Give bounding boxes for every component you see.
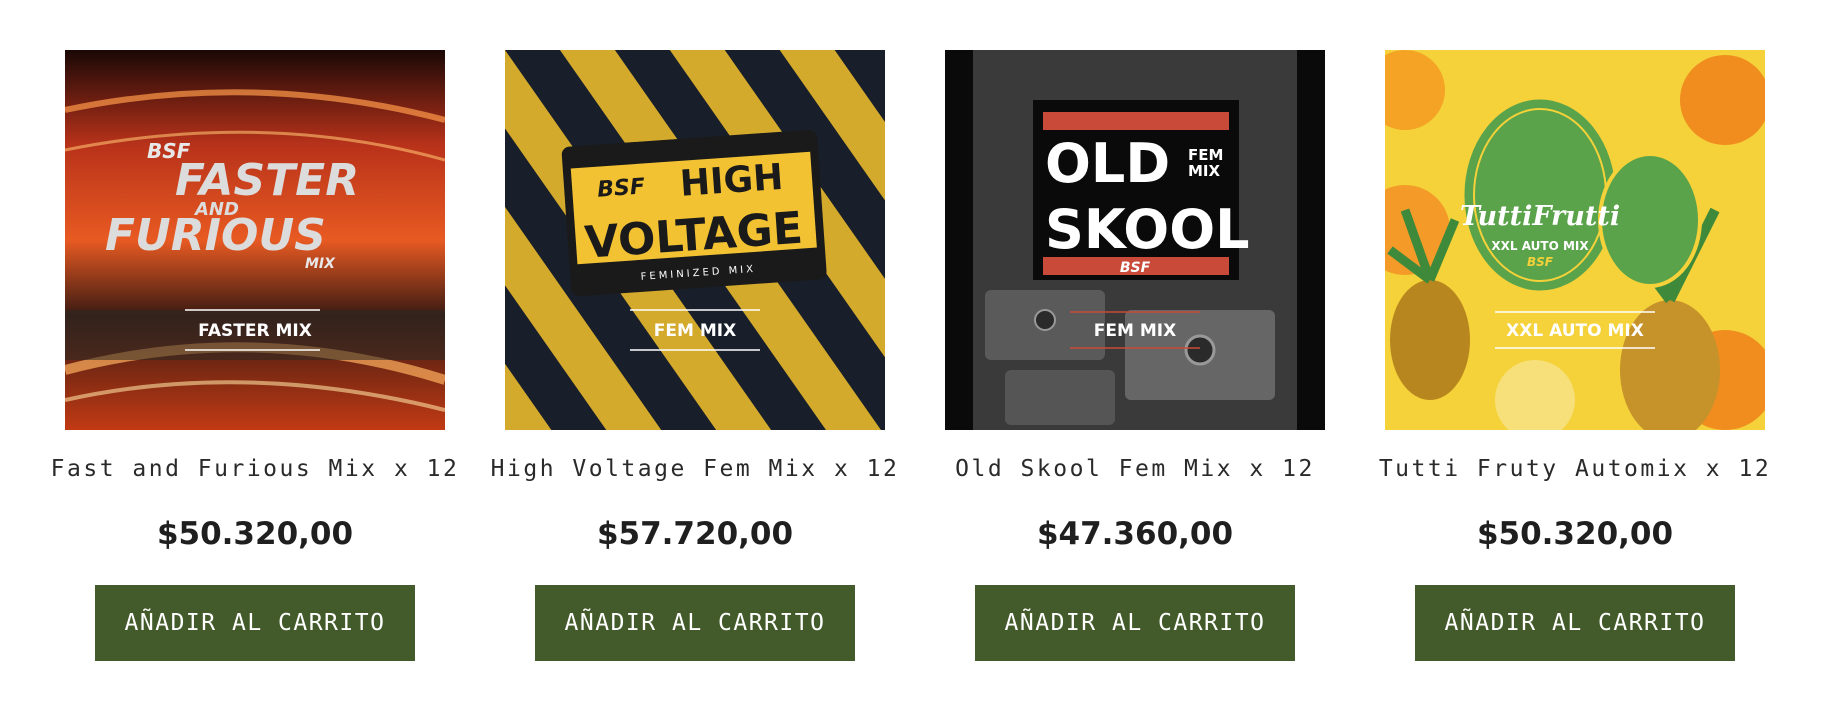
svg-text:FURIOUS: FURIOUS bbox=[105, 210, 326, 261]
product-price: $50.320,00 bbox=[156, 516, 354, 552]
svg-text:BSF: BSF bbox=[1527, 255, 1554, 269]
product-image-tutti-frutti[interactable]: TuttiFrutti XXL AUTO MIX BSF XXL AUTO MI… bbox=[1385, 50, 1765, 430]
product-card: TuttiFrutti XXL AUTO MIX BSF XXL AUTO MI… bbox=[1379, 50, 1769, 661]
product-image-high-voltage[interactable]: BSF HIGH VOLTAGE FEMINIZED MIX FEM MIX bbox=[505, 50, 885, 430]
product-price: $57.720,00 bbox=[596, 516, 794, 552]
svg-text:BSF: BSF bbox=[596, 174, 645, 202]
svg-text:MIX: MIX bbox=[305, 256, 336, 272]
product-title[interactable]: Tutti Fruty Automix x 12 bbox=[1379, 456, 1771, 482]
product-card: OLD SKOOL FEM MIX BSF FEM MIX Old Skool … bbox=[945, 50, 1325, 661]
fast-furious-artwork: BSF FASTER AND FURIOUS MIX FASTER MIX bbox=[65, 50, 445, 430]
product-title[interactable]: Old Skool Fem Mix x 12 bbox=[955, 456, 1315, 482]
svg-text:SKOOL: SKOOL bbox=[1045, 198, 1250, 261]
svg-text:TuttiFrutti: TuttiFrutti bbox=[1460, 201, 1620, 232]
svg-text:FASTER MIX: FASTER MIX bbox=[198, 321, 312, 341]
product-card: BSF FASTER AND FURIOUS MIX FASTER MIX Fa… bbox=[51, 50, 457, 661]
product-image-old-skool[interactable]: OLD SKOOL FEM MIX BSF FEM MIX bbox=[945, 50, 1325, 430]
product-grid: BSF FASTER AND FURIOUS MIX FASTER MIX Fa… bbox=[0, 0, 1834, 726]
add-to-cart-button[interactable]: AÑADIR AL CARRITO bbox=[95, 585, 415, 661]
high-voltage-artwork: BSF HIGH VOLTAGE FEMINIZED MIX FEM MIX bbox=[505, 50, 885, 430]
svg-text:FEM MIX: FEM MIX bbox=[1094, 321, 1176, 341]
product-price: $47.360,00 bbox=[1036, 516, 1234, 552]
product-price: $50.320,00 bbox=[1476, 516, 1674, 552]
product-card: BSF HIGH VOLTAGE FEMINIZED MIX FEM MIX H… bbox=[491, 50, 897, 661]
svg-text:BSF: BSF bbox=[1120, 260, 1151, 276]
svg-text:MIX: MIX bbox=[1188, 162, 1221, 180]
svg-text:FEM MIX: FEM MIX bbox=[654, 321, 736, 341]
svg-text:HIGH: HIGH bbox=[679, 157, 785, 205]
svg-text:XXL AUTO MIX: XXL AUTO MIX bbox=[1506, 321, 1644, 341]
add-to-cart-button[interactable]: AÑADIR AL CARRITO bbox=[535, 585, 855, 661]
svg-text:OLD: OLD bbox=[1045, 132, 1170, 195]
svg-text:XXL AUTO MIX: XXL AUTO MIX bbox=[1491, 239, 1589, 253]
product-title[interactable]: High Voltage Fem Mix x 12 bbox=[491, 456, 900, 482]
old-skool-artwork: OLD SKOOL FEM MIX BSF FEM MIX bbox=[945, 50, 1325, 430]
add-to-cart-button[interactable]: AÑADIR AL CARRITO bbox=[975, 585, 1295, 661]
product-title[interactable]: Fast and Furious Mix x 12 bbox=[51, 456, 460, 482]
add-to-cart-button[interactable]: AÑADIR AL CARRITO bbox=[1415, 585, 1735, 661]
tutti-frutti-artwork: TuttiFrutti XXL AUTO MIX BSF XXL AUTO MI… bbox=[1385, 50, 1765, 430]
product-image-fast-furious[interactable]: BSF FASTER AND FURIOUS MIX FASTER MIX bbox=[65, 50, 445, 430]
